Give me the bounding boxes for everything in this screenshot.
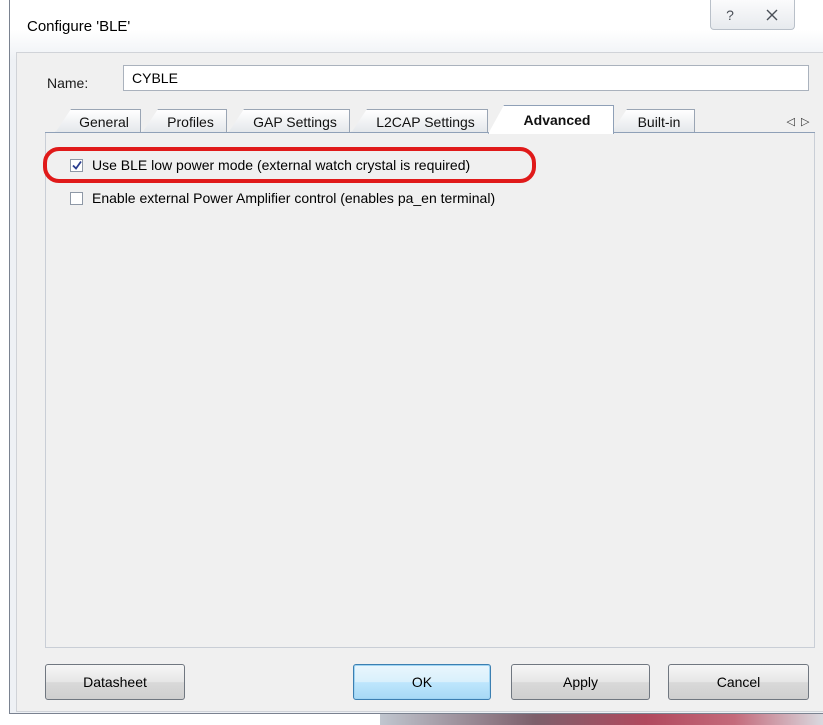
tab-gap-settings[interactable]: GAP Settings [228, 109, 350, 133]
close-button[interactable] [749, 0, 795, 30]
tab-label: General [79, 113, 129, 130]
help-icon: ? [726, 6, 734, 23]
power-amplifier-label: Enable external Power Amplifier control … [92, 190, 496, 206]
power-amplifier-option[interactable]: Enable external Power Amplifier control … [70, 190, 495, 206]
datasheet-button[interactable]: Datasheet [45, 664, 185, 700]
configure-dialog: Configure 'BLE' ? Name: General Profiles… [9, 0, 823, 714]
apply-button[interactable]: Apply [511, 664, 650, 700]
check-mark-icon [71, 160, 82, 170]
tab-label: Built-in [637, 113, 681, 130]
tab-general[interactable]: General [55, 109, 141, 133]
scroll-left-icon[interactable]: ◁ [787, 115, 795, 128]
help-button[interactable]: ? [710, 0, 750, 30]
low-power-mode-option[interactable]: Use BLE low power mode (external watch c… [70, 157, 470, 173]
cancel-button[interactable]: Cancel [668, 664, 809, 700]
close-icon [766, 9, 777, 20]
tab-scroll-controls: ◁ ▷ [783, 111, 813, 131]
name-input[interactable] [123, 65, 809, 91]
tab-label: GAP Settings [253, 113, 337, 130]
tab-l2cap-settings[interactable]: L2CAP Settings [351, 109, 488, 133]
low-power-mode-checkbox[interactable] [70, 158, 83, 172]
tab-built-in[interactable]: Built-in [611, 109, 695, 133]
tab-label: L2CAP Settings [376, 113, 475, 130]
tab-label: Advanced [523, 112, 591, 128]
title-bar: Configure 'BLE' ? [10, 0, 823, 40]
background-strip [380, 714, 823, 725]
dialog-title: Configure 'BLE' [27, 18, 131, 35]
name-label: Name: [47, 75, 89, 91]
power-amplifier-checkbox[interactable] [70, 191, 83, 205]
dialog-panel: Name: General Profiles GAP Settings L2CA… [16, 52, 823, 712]
tab-label: Profiles [167, 113, 214, 130]
advanced-tab-content: Use BLE low power mode (external watch c… [45, 133, 815, 648]
low-power-mode-label: Use BLE low power mode (external watch c… [92, 157, 471, 173]
tab-strip: General Profiles GAP Settings L2CAP Sett… [45, 105, 815, 134]
scroll-right-icon[interactable]: ▷ [801, 115, 809, 128]
tab-advanced[interactable]: Advanced [488, 105, 614, 134]
tab-profiles[interactable]: Profiles [142, 109, 227, 133]
ok-button[interactable]: OK [353, 664, 491, 700]
